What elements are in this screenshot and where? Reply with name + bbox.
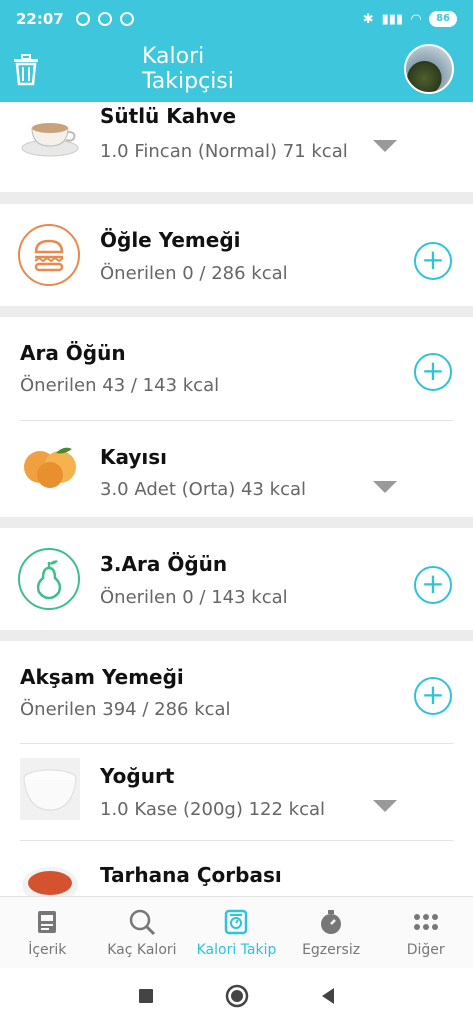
coffee-cup-image [21, 123, 79, 157]
burger-icon [18, 224, 80, 286]
status-bar: 22:07 ✱ ▮▮▮ ◠ 86 [0, 0, 473, 38]
nav-label: Egzersiz [302, 941, 361, 958]
home-button-icon[interactable] [225, 984, 249, 1008]
meal-name: 3.Ara Öğün [100, 552, 228, 576]
nav-label: Diğer [406, 941, 445, 958]
meal-calories: Önerilen 43 / 143 kcal [20, 375, 220, 396]
document-icon [38, 910, 57, 933]
meal-name: Ara Öğün [20, 341, 126, 365]
nav-item-egzersiz[interactable]: Egzersiz [284, 897, 379, 968]
food-name: Yoğurt [100, 764, 175, 788]
nav-label: İçerik [28, 941, 67, 958]
nav-label: Kaç Kalori [107, 941, 177, 958]
food-name: Tarhana Çorbası [100, 863, 282, 887]
food-item-sutlu-kahve[interactable]: Sütlü Kahve 1.0 Fincan (Normal) 71 kcal [0, 102, 473, 192]
nav-item-diger[interactable]: Diğer [378, 897, 473, 968]
meal-name: Akşam Yemeği [20, 665, 184, 689]
yogurt-bowl-image [20, 758, 80, 820]
add-food-button[interactable]: + [414, 353, 452, 391]
stopwatch-icon [321, 909, 342, 934]
search-icon [129, 909, 155, 935]
pear-icon [18, 548, 80, 610]
grid-dots-icon [413, 913, 438, 930]
bottom-navigation: İçerik Kaç Kalori Kalori Takip Egzersiz … [0, 896, 473, 968]
sync-notification-icon [119, 12, 134, 26]
system-navigation [0, 968, 473, 1024]
meal-calories: Önerilen 394 / 286 kcal [20, 699, 231, 720]
nav-item-icerik[interactable]: İçerik [0, 897, 95, 968]
status-time: 22:07 [16, 10, 64, 28]
food-name: Sütlü Kahve [100, 104, 237, 128]
food-detail: 3.0 Adet (Orta) 43 kcal [100, 479, 307, 500]
heart-notification-icon [75, 12, 90, 26]
back-button-icon[interactable] [316, 984, 340, 1008]
scale-icon [225, 909, 248, 934]
meal-calories: Önerilen 0 / 143 kcal [100, 587, 288, 608]
meal-list[interactable]: Sütlü Kahve 1.0 Fincan (Normal) 71 kcal … [0, 102, 473, 896]
add-food-button[interactable]: + [414, 677, 452, 715]
trash-icon[interactable] [12, 54, 40, 86]
snack-card: Ara Öğün Önerilen 43 / 143 kcal + Kayısı… [0, 317, 473, 517]
system-icons: ✱ ▮▮▮ ◠ 86 [363, 11, 457, 27]
dinner-card: Akşam Yemeği Önerilen 394 / 286 kcal + Y… [0, 641, 473, 896]
app-title: Kalori Takipçisi [142, 44, 234, 94]
food-name: Kayısı [100, 445, 168, 469]
food-detail: 1.0 Fincan (Normal) 71 kcal [100, 141, 348, 162]
snack-3-card: 3.Ara Öğün Önerilen 0 / 143 kcal + [0, 528, 473, 630]
add-food-button[interactable]: + [414, 566, 452, 604]
avatar[interactable] [404, 44, 454, 94]
expand-caret-icon[interactable] [373, 140, 397, 152]
food-item-kayisi[interactable]: Kayısı 3.0 Adet (Orta) 43 kcal [0, 421, 473, 517]
nav-item-kalori-takip[interactable]: Kalori Takip [189, 897, 284, 968]
breakfast-card: Sütlü Kahve 1.0 Fincan (Normal) 71 kcal [0, 102, 473, 192]
signal-icon: ▮▮▮ [381, 11, 404, 27]
food-item-yogurt[interactable]: Yoğurt 1.0 Kase (200g) 122 kcal [0, 744, 473, 840]
expand-caret-icon[interactable] [373, 481, 397, 493]
food-detail: 1.0 Kase (200g) 122 kcal [100, 799, 326, 820]
nav-label: Kalori Takip [196, 941, 277, 958]
apricot-image [24, 447, 76, 488]
recents-button-icon[interactable] [134, 984, 158, 1008]
bluetooth-icon: ✱ [362, 11, 374, 27]
meal-calories: Önerilen 0 / 286 kcal [100, 263, 288, 284]
notification-icons [75, 12, 134, 26]
food-item-tarhana[interactable]: Tarhana Çorbası [0, 841, 473, 896]
soup-bowl-image [22, 867, 78, 896]
app-bar: Kalori Takipçisi [0, 38, 473, 102]
nav-item-kac-kalori[interactable]: Kaç Kalori [95, 897, 190, 968]
expand-caret-icon[interactable] [373, 800, 397, 812]
meal-name: Öğle Yemeği [100, 228, 241, 252]
whatsapp-notification-icon [97, 12, 112, 26]
wifi-icon: ◠ [411, 11, 422, 27]
battery-icon: 86 [429, 11, 457, 27]
lunch-card: Öğle Yemeği Önerilen 0 / 286 kcal + [0, 204, 473, 306]
add-food-button[interactable]: + [414, 242, 452, 280]
